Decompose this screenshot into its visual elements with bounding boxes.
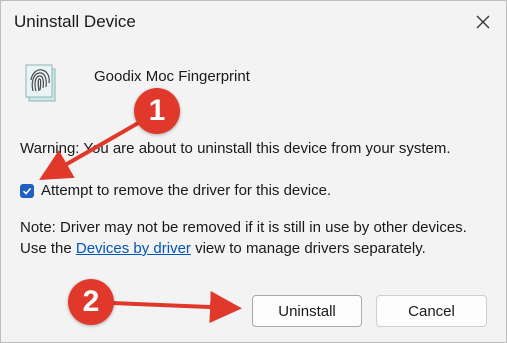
- annotation-badge-1: 1: [134, 88, 180, 134]
- annotation-arrow-2: [111, 291, 242, 324]
- annotation-arrow-1: [39, 120, 141, 180]
- annotation-badge-2: 2: [68, 279, 114, 325]
